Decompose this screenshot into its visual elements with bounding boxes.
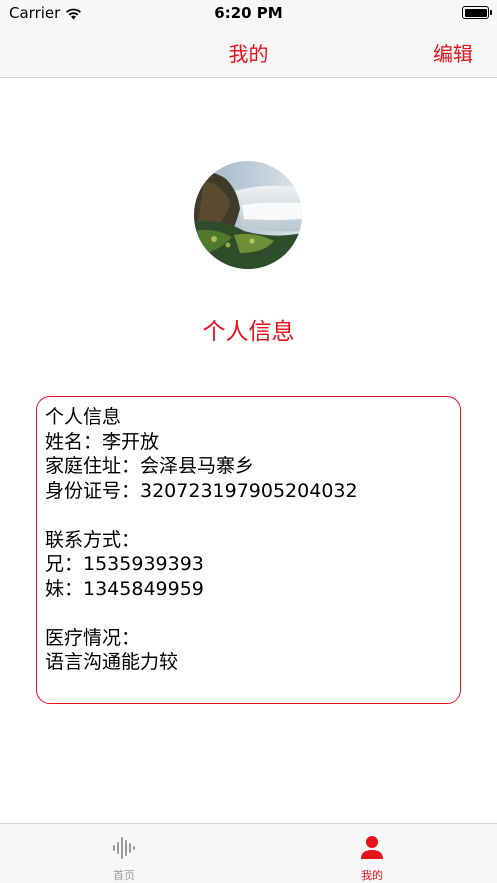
info-line: 身份证号：320723197905204032 [45, 479, 358, 502]
navigation-bar: 我的 编辑 [0, 26, 497, 78]
avatar-waterfall-image [194, 161, 302, 269]
tab-mine[interactable]: 我的 [248, 824, 496, 883]
tab-bar: 首页 我的 [0, 823, 497, 883]
status-bar: Carrier 6:20 PM [0, 0, 497, 26]
tab-label-home: 首页 [113, 869, 135, 882]
edit-button[interactable]: 编辑 [433, 38, 473, 67]
section-title: 个人信息 [202, 319, 295, 345]
info-line: 个人信息 [45, 406, 122, 428]
info-text-box[interactable]: 个人信息 姓名：李开放 家庭住址：会泽县马寨乡 身份证号：32072319790… [36, 396, 461, 704]
info-line [45, 503, 452, 528]
audio-wave-icon [113, 837, 135, 859]
battery-icon [462, 6, 492, 19]
info-line: 姓名：李开放 [45, 430, 160, 453]
info-line: 妹：1345849959 [45, 577, 204, 600]
info-line: 兄：1535939393 [45, 553, 204, 575]
info-line: 医疗情况： [45, 626, 141, 649]
battery-level [464, 8, 487, 17]
battery-tip [490, 10, 492, 15]
tab-label-mine: 我的 [361, 869, 383, 882]
avatar[interactable] [194, 161, 302, 269]
info-line: 语言沟通能力较 [45, 651, 179, 673]
person-icon [361, 836, 383, 859]
status-time: 6:20 PM [214, 4, 283, 22]
info-line [45, 601, 452, 626]
tab-home[interactable]: 首页 [0, 824, 248, 883]
info-line: 家庭住址：会泽县马寨乡 [45, 455, 255, 477]
info-line: 联系方式： [45, 528, 141, 551]
page-title: 我的 [228, 42, 269, 66]
